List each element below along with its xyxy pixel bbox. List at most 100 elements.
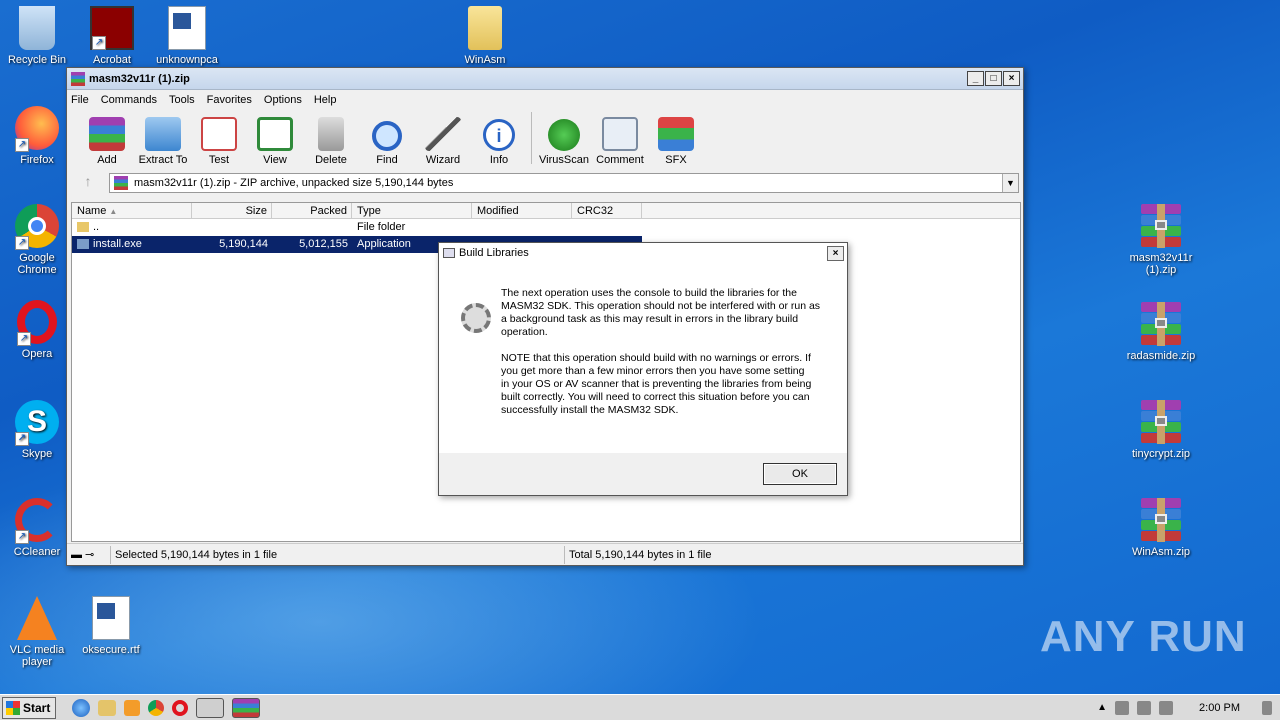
menu-help[interactable]: Help — [314, 94, 337, 106]
show-desktop-button[interactable] — [1262, 700, 1272, 715]
desktop-icon-recycle-bin[interactable]: Recycle Bin — [0, 6, 74, 66]
tool-label: VirusScan — [539, 154, 589, 166]
toolbar-test-button[interactable]: Test — [191, 117, 247, 166]
desktop-icon-vlc[interactable]: VLC media player — [0, 596, 74, 668]
taskbar-app-button[interactable] — [196, 697, 224, 718]
archive-icon — [114, 176, 128, 190]
desktop-icon-label: WinAsm.zip — [1131, 546, 1191, 558]
row-type: File folder — [357, 221, 406, 233]
dialog-title: Build Libraries — [459, 247, 529, 259]
desktop-icon-radasmide-zip[interactable]: radasmide.zip — [1124, 302, 1198, 362]
up-arrow-icon[interactable]: ↑ — [73, 173, 103, 193]
desktop-icon-unknownpca[interactable]: unknownpca — [150, 6, 224, 66]
flag-icon[interactable] — [1159, 700, 1174, 715]
sort-arrow-icon: ▲ — [109, 207, 118, 216]
desktop-icon-masm32-zip[interactable]: masm32v11r (1).zip — [1124, 204, 1198, 276]
col-type[interactable]: Type — [352, 203, 472, 218]
volume-icon[interactable] — [1137, 700, 1152, 715]
desktop-icon-label: Google Chrome — [17, 252, 57, 276]
col-modified[interactable]: Modified — [472, 203, 572, 218]
dialog-titlebar[interactable]: Build Libraries × — [439, 243, 847, 263]
start-label: Start — [23, 700, 51, 715]
info-icon: i — [483, 119, 515, 151]
desktop-icon-winasm[interactable]: WinAsm — [448, 6, 522, 66]
system-tray: ▲ 2:00 PM — [1097, 700, 1280, 715]
maximize-button[interactable]: □ — [985, 71, 1002, 86]
dialog-close-button[interactable]: × — [827, 245, 844, 261]
folder-icon — [77, 222, 89, 233]
column-header: Name ▲ Size Packed Type Modified CRC32 — [72, 203, 1020, 219]
tool-label: Find — [376, 154, 398, 166]
menu-bar: File Commands Tools Favorites Options He… — [67, 90, 1023, 110]
col-name[interactable]: Name ▲ — [72, 203, 192, 218]
chevron-down-icon[interactable]: ▼ — [1002, 174, 1018, 192]
status-bar: ▬ ⊸ Selected 5,190,144 bytes in 1 file T… — [67, 543, 1023, 565]
tool-label: View — [263, 154, 287, 166]
shortcut-arrow-icon: ↗ — [15, 530, 29, 544]
toolbar-wizard-button[interactable]: Wizard — [415, 117, 471, 166]
desktop-icon-chrome[interactable]: ↗ Google Chrome — [0, 204, 74, 276]
toolbar-comment-button[interactable]: Comment — [592, 117, 648, 166]
menu-options[interactable]: Options — [264, 94, 302, 106]
toolbar-extract-button[interactable]: Extract To — [135, 117, 191, 166]
explorer-icon[interactable] — [98, 699, 116, 716]
col-size[interactable]: Size — [192, 203, 272, 218]
desktop-icon-ccleaner[interactable]: ↗ CCleaner — [0, 498, 74, 558]
menu-commands[interactable]: Commands — [101, 94, 157, 106]
col-crc32[interactable]: CRC32 — [572, 203, 642, 218]
col-packed[interactable]: Packed — [272, 203, 352, 218]
toolbar-delete-button[interactable]: Delete — [303, 117, 359, 166]
desktop-icon-label: Skype — [21, 448, 53, 460]
clock[interactable]: 2:00 PM — [1199, 702, 1240, 714]
window-titlebar[interactable]: masm32v11r (1).zip _ □ × — [67, 68, 1023, 90]
start-button[interactable]: Start — [2, 696, 56, 719]
row-name: install.exe — [72, 236, 192, 253]
vlc-icon — [17, 596, 57, 640]
desktop-icon-opera[interactable]: ↗ Opera — [0, 300, 74, 360]
winrar-taskbar-icon[interactable] — [232, 697, 260, 718]
toolbar-sfx-button[interactable]: SFX — [648, 117, 704, 166]
desktop-icon-label: Opera — [21, 348, 53, 360]
network-icon[interactable] — [1115, 700, 1130, 715]
row-size: 5,190,144 — [219, 238, 268, 250]
toolbar-virusscan-button[interactable]: VirusScan — [536, 119, 592, 166]
word-document-icon — [92, 596, 130, 640]
chrome-icon[interactable] — [148, 699, 164, 716]
menu-file[interactable]: File — [71, 94, 89, 106]
gear-icon — [461, 303, 491, 333]
desktop-icon-oksecure[interactable]: oksecure.rtf — [74, 596, 148, 656]
media-player-icon[interactable] — [124, 699, 140, 716]
book-icon — [257, 117, 293, 151]
ok-button[interactable]: OK — [763, 463, 837, 485]
desktop-icon-firefox[interactable]: ↗ Firefox — [0, 106, 74, 166]
toolbar-find-button[interactable]: Find — [359, 121, 415, 166]
desktop-icon-label: CCleaner — [13, 546, 61, 558]
shortcut-arrow-icon: ↗ — [17, 332, 31, 346]
close-button[interactable]: × — [1003, 71, 1020, 86]
folder-icon — [145, 117, 181, 151]
recycle-bin-icon — [19, 6, 55, 50]
winrar-archive-icon — [1137, 498, 1185, 542]
menu-favorites[interactable]: Favorites — [207, 94, 252, 106]
winrar-archive-icon — [1137, 302, 1185, 346]
toolbar-info-button[interactable]: i Info — [471, 119, 527, 166]
tool-label: Add — [97, 154, 117, 166]
table-row[interactable]: .. File folder — [72, 219, 1020, 236]
toolbar-separator — [531, 112, 532, 164]
clipboard-check-icon — [201, 117, 237, 151]
ie-icon[interactable] — [72, 698, 90, 717]
trash-icon — [318, 117, 344, 151]
path-field[interactable]: masm32v11r (1).zip - ZIP archive, unpack… — [109, 173, 1019, 193]
desktop-icon-skype[interactable]: S ↗ Skype — [0, 400, 74, 460]
tray-expand-icon[interactable]: ▲ — [1097, 702, 1107, 713]
desktop-icon-acrobat[interactable]: ↗ Acrobat — [75, 6, 149, 66]
toolbar-view-button[interactable]: View — [247, 117, 303, 166]
opera-icon[interactable] — [172, 699, 188, 716]
menu-tools[interactable]: Tools — [169, 94, 195, 106]
desktop-icon-tinycrypt-zip[interactable]: tinycrypt.zip — [1124, 400, 1198, 460]
desktop-icon-winasm-zip[interactable]: WinAsm.zip — [1124, 498, 1198, 558]
minimize-button[interactable]: _ — [967, 71, 984, 86]
toolbar-add-button[interactable]: Add — [79, 117, 135, 166]
desktop-icon-label: radasmide.zip — [1126, 350, 1196, 362]
dialog-body: The next operation uses the console to b… — [439, 263, 847, 453]
